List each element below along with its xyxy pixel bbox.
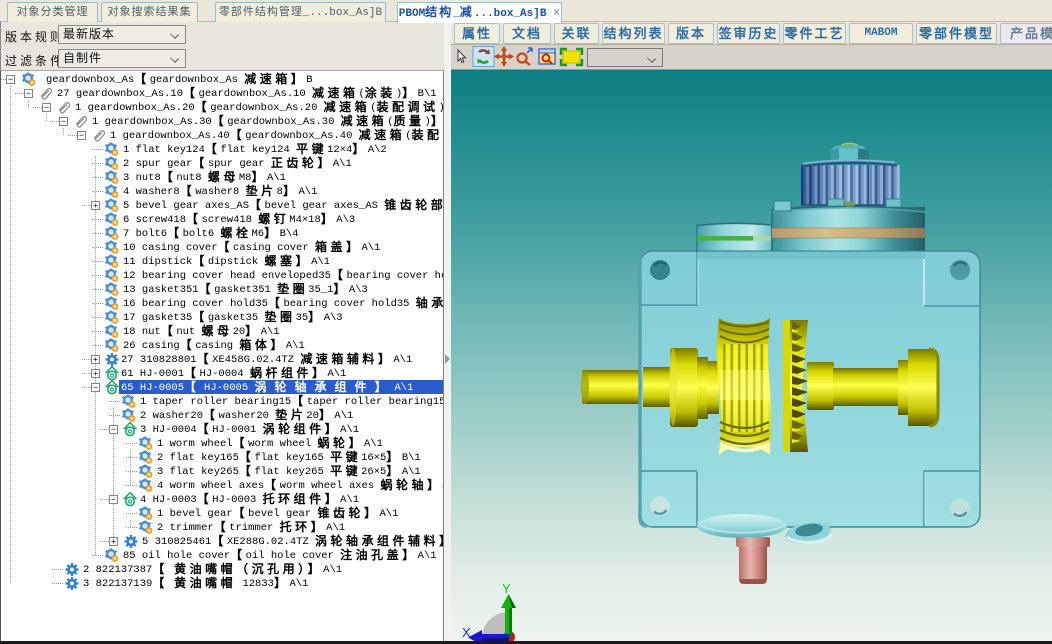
svg-text:X: X xyxy=(462,625,471,640)
svg-text:Y: Y xyxy=(502,581,511,596)
